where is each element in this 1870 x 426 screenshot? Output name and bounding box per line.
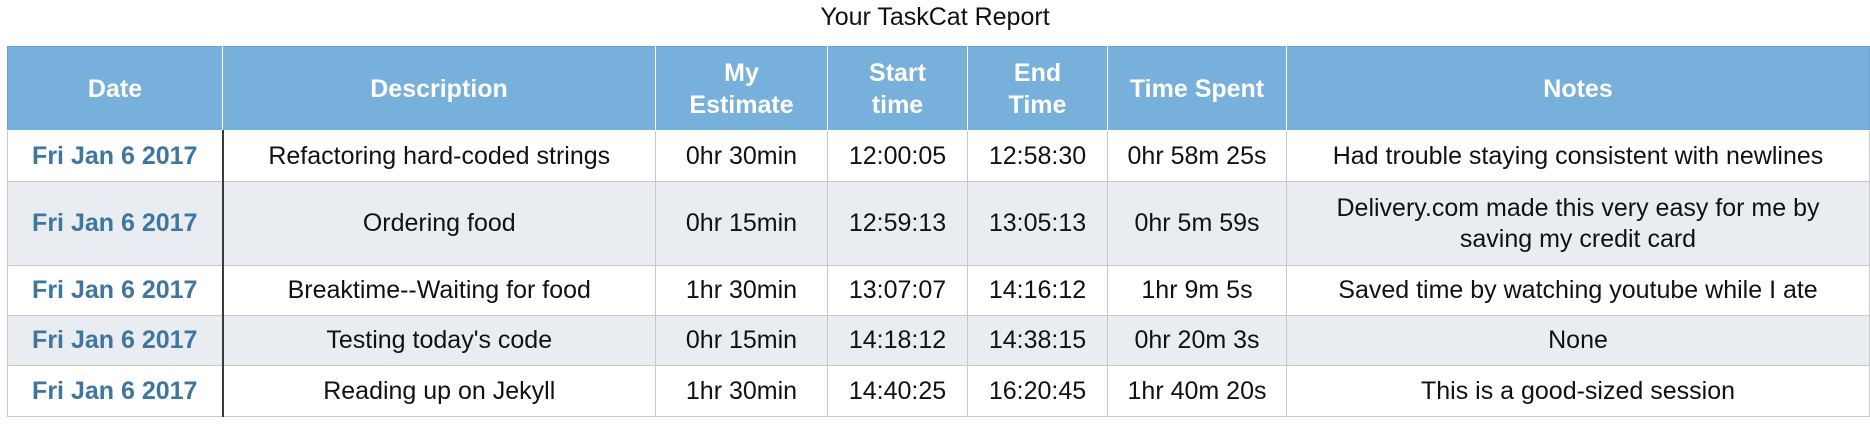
column-header-end-time: End Time <box>967 46 1108 131</box>
time-spent-cell: 1hr 40m 20s <box>1107 365 1287 417</box>
column-header-end-line1: End <box>1013 58 1062 87</box>
report-title: Your TaskCat Report <box>820 3 1050 31</box>
column-header-date-label: Date <box>87 74 143 103</box>
column-header-estimate-line1: My <box>724 58 759 87</box>
column-header-notes-label: Notes <box>1543 74 1613 103</box>
notes-cell: Delivery.com made this very easy for me … <box>1286 181 1870 266</box>
end-time-cell: 12:58:30 <box>967 130 1108 182</box>
date-cell: Fri Jan 6 2017 <box>7 181 224 266</box>
date-cell: Fri Jan 6 2017 <box>7 265 224 316</box>
column-header-notes: Notes <box>1286 46 1870 131</box>
table-row: Fri Jan 6 2017 Breaktime--Waiting for fo… <box>7 265 1870 316</box>
time-spent-cell: 0hr 58m 25s <box>1107 130 1287 182</box>
notes-cell: Had trouble staying consistent with newl… <box>1286 130 1870 182</box>
table-row: Fri Jan 6 2017 Testing today's code 0hr … <box>7 315 1870 366</box>
end-time-cell: 14:16:12 <box>967 265 1108 316</box>
column-header-date: Date <box>7 46 223 131</box>
time-spent-cell: 0hr 20m 3s <box>1107 315 1287 366</box>
notes-cell: This is a good-sized session <box>1286 365 1870 417</box>
end-time-cell: 14:38:15 <box>967 315 1108 366</box>
column-header-description-label: Description <box>370 74 508 103</box>
notes-cell: Saved time by watching youtube while I a… <box>1286 265 1870 316</box>
column-header-estimate-line2: Estimate <box>689 90 794 119</box>
column-header-estimate: My Estimate <box>655 46 828 131</box>
start-time-cell: 14:18:12 <box>827 315 968 366</box>
start-time-cell: 12:59:13 <box>827 181 968 266</box>
date-cell: Fri Jan 6 2017 <box>7 130 224 182</box>
column-header-time-spent-label: Time Spent <box>1129 74 1265 103</box>
notes-line1: Delivery.com made this very easy for me … <box>1336 193 1820 222</box>
column-header-end-line2: Time <box>1008 90 1067 119</box>
date-cell: Fri Jan 6 2017 <box>7 315 224 366</box>
estimate-cell: 1hr 30min <box>655 265 828 316</box>
description-cell: Ordering food <box>222 181 656 266</box>
estimate-cell: 0hr 15min <box>655 315 828 366</box>
task-report-table: Date Description My Estimate Start time En… <box>7 46 1870 417</box>
header-row: Date Description My Estimate Start time En… <box>7 46 1870 131</box>
estimate-cell: 1hr 30min <box>655 365 828 417</box>
notes-cell: None <box>1286 315 1870 366</box>
table-row: Fri Jan 6 2017 Reading up on Jekyll 1hr … <box>7 365 1870 417</box>
column-header-start-time: Start time <box>827 46 968 131</box>
description-cell: Testing today's code <box>222 315 656 366</box>
notes-line2: saving my credit card <box>1459 224 1697 253</box>
column-header-time-spent: Time Spent <box>1107 46 1287 131</box>
start-time-cell: 13:07:07 <box>827 265 968 316</box>
estimate-cell: 0hr 15min <box>655 181 828 266</box>
end-time-cell: 16:20:45 <box>967 365 1108 417</box>
time-spent-cell: 0hr 5m 59s <box>1107 181 1287 266</box>
column-header-start-line1: Start <box>869 58 926 87</box>
start-time-cell: 14:40:25 <box>827 365 968 417</box>
description-cell: Reading up on Jekyll <box>222 365 656 417</box>
end-time-cell: 13:05:13 <box>967 181 1108 266</box>
table-row: Fri Jan 6 2017 Ordering food 0hr 15min 1… <box>7 181 1870 266</box>
description-cell: Refactoring hard-coded strings <box>222 130 656 182</box>
estimate-cell: 0hr 30min <box>655 130 828 182</box>
date-cell: Fri Jan 6 2017 <box>7 365 224 417</box>
time-spent-cell: 1hr 9m 5s <box>1107 265 1287 316</box>
description-cell: Breaktime--Waiting for food <box>222 265 656 316</box>
column-header-start-line2: time <box>871 90 924 119</box>
start-time-cell: 12:00:05 <box>827 130 968 182</box>
column-header-description: Description <box>222 46 656 131</box>
table-row: Fri Jan 6 2017 Refactoring hard-coded st… <box>7 130 1870 182</box>
